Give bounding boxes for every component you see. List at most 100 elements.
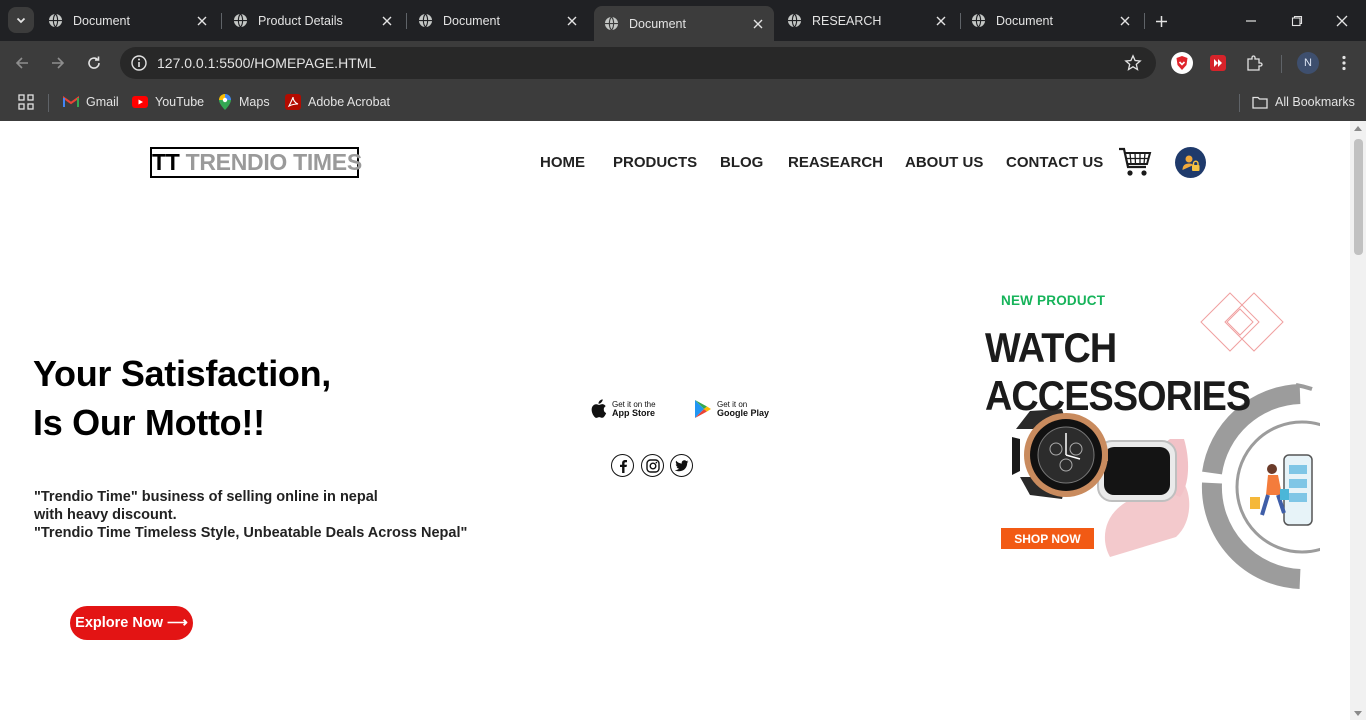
scroll-thumb[interactable] [1354,139,1363,255]
browser-tab-active[interactable]: Document [594,6,774,41]
globe-icon [233,13,248,28]
site-info-icon[interactable] [130,54,148,72]
tab-search-button[interactable] [8,7,34,33]
hero-description: "Trendio Time" business of selling onlin… [34,488,467,542]
reload-icon [88,56,100,69]
media-extension[interactable] [1206,51,1230,75]
all-bookmarks-label: All Bookmarks [1275,95,1355,109]
forward-button[interactable] [46,51,70,75]
shopping-cart-icon[interactable] [1118,146,1152,178]
google-play-badge[interactable]: Get it on Google Play [694,394,769,424]
scroll-up-arrow-icon[interactable] [1354,125,1362,133]
bookmarks-bar: Gmail YouTube Maps Adobe Acrobat All Boo… [0,85,1366,121]
tab-title: Document [73,13,130,28]
browser-tab[interactable]: RESEARCH [779,6,957,35]
browser-tab[interactable]: Product Details [225,6,403,35]
restore-button[interactable] [1285,9,1309,33]
bookmark-maps[interactable]: Maps [218,92,270,112]
browser-menu-button[interactable] [1332,51,1356,75]
reload-button[interactable] [82,51,106,75]
restore-icon [1291,15,1303,27]
arrow-right-icon [52,57,65,69]
address-bar[interactable]: 127.0.0.1:5500/HOMEPAGE.HTML [120,47,1156,79]
close-tab-icon[interactable] [932,12,949,29]
close-tab-icon[interactable] [378,12,395,29]
kebab-menu-icon [1342,55,1346,71]
browser-tab[interactable]: Document [963,6,1141,35]
nav-blog[interactable]: BLOG [720,154,763,171]
twitter-link[interactable] [670,454,693,477]
close-tab-icon[interactable] [193,12,210,29]
bookmark-youtube[interactable]: YouTube [132,92,204,112]
apple-icon [591,399,607,418]
hero-title-line: Your Satisfaction, [33,353,331,394]
toolbar-divider [1281,55,1282,73]
globe-icon [604,16,619,31]
logo-mark: TT [152,149,180,175]
youtube-icon [132,96,148,108]
close-tab-icon[interactable] [563,12,580,29]
instagram-link[interactable] [641,454,664,477]
globe-icon [48,13,63,28]
nav-research[interactable]: REASEARCH [788,154,883,171]
close-tab-icon[interactable] [749,15,766,32]
browser-tab[interactable]: Document [410,6,588,35]
tab-title: Product Details [258,13,343,28]
close-icon [1336,15,1348,27]
google-play-icon [695,400,711,418]
shop-now-button[interactable]: SHOP NOW [1001,528,1094,549]
tab-divider [960,13,961,29]
promo-title: WATCH ACCESSORIES [985,324,1251,420]
bookmarks-divider [48,94,49,112]
maps-pin-icon [219,94,231,110]
site-logo[interactable]: TT TRENDIO TIMES [150,147,363,178]
browser-tab[interactable]: Document [40,6,218,35]
tab-title: Document [629,16,686,31]
hero-title-line: Is Our Motto!! [33,402,265,443]
bookmark-gmail[interactable]: Gmail [63,92,119,112]
explore-now-button[interactable]: Explore Now ⟶ [70,606,193,640]
tab-title: Document [996,13,1053,28]
scroll-down-arrow-icon[interactable] [1354,709,1362,717]
hero-description-line: with heavy discount. [34,507,177,523]
arrow-left-icon [15,57,28,69]
tab-strip: Document Product Details Document Docume… [0,0,1366,41]
page-scrollbar[interactable] [1350,121,1366,720]
gmail-icon [63,96,79,107]
nav-contact-us[interactable]: CONTACT US [1006,154,1103,171]
all-bookmarks-button[interactable]: All Bookmarks [1252,92,1355,112]
promo-title-line: ACCESSORIES [985,372,1251,419]
nav-products[interactable]: PRODUCTS [613,154,697,171]
shopper-illustration [1250,454,1313,526]
bookmark-adobe-acrobat[interactable]: Adobe Acrobat [285,92,390,112]
new-tab-button[interactable] [1150,10,1172,32]
back-button[interactable] [10,51,34,75]
profile-avatar[interactable]: N [1297,52,1319,74]
url-text[interactable]: 127.0.0.1:5500/HOMEPAGE.HTML [157,55,376,71]
user-account-icon[interactable] [1175,147,1206,178]
nav-about-us[interactable]: ABOUT US [905,154,983,171]
puzzle-icon [1247,55,1263,71]
close-window-button[interactable] [1330,9,1354,33]
google-play-big-text: Google Play [717,408,770,418]
nav-home[interactable]: HOME [540,154,585,171]
tab-divider [406,13,407,29]
logo-text: TRENDIO TIMES [185,149,363,175]
minimize-button[interactable] [1239,9,1263,33]
apps-button[interactable] [18,92,41,112]
minimize-icon [1246,20,1256,22]
app-store-badge[interactable]: Get it on the App Store [589,394,656,424]
browser-toolbar: 127.0.0.1:5500/HOMEPAGE.HTML N [0,41,1366,85]
close-tab-icon[interactable] [1116,12,1133,29]
user-lock-icon [1182,155,1199,171]
tab-divider [1144,13,1145,29]
folder-icon [1252,96,1268,109]
extensions-button[interactable] [1242,51,1266,75]
acrobat-icon [285,94,301,110]
bookmark-star-icon[interactable] [1124,54,1142,72]
instagram-icon [645,458,660,473]
facebook-link[interactable] [611,454,634,477]
promo-label: NEW PRODUCT [1001,293,1106,308]
brave-shield-extension[interactable] [1170,51,1194,75]
globe-icon [787,13,802,28]
